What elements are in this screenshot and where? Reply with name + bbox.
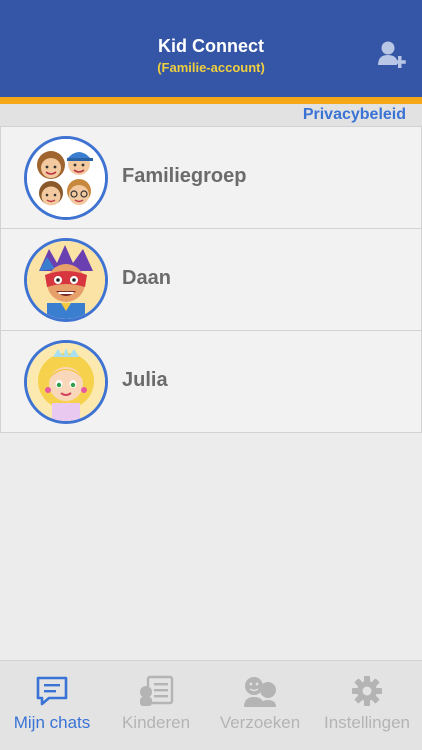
tab-instellingen[interactable]: Instellingen	[312, 661, 422, 750]
tab-label: Mijn chats	[13, 713, 91, 732]
chat-name: Familiegroep	[122, 165, 247, 187]
tab-label: Verzoeken	[219, 713, 301, 732]
tab-verzoeken[interactable]: Verzoeken	[208, 661, 312, 750]
chat-name: Daan	[122, 267, 171, 289]
requests-icon	[208, 675, 312, 707]
superhero-boy-avatar	[24, 238, 108, 322]
header-accent-stripe	[0, 97, 422, 104]
chat-item-daan[interactable]: Daan	[0, 228, 422, 331]
chat-item-familiegroep[interactable]: Familiegroep	[0, 126, 422, 229]
family-group-avatar	[24, 136, 108, 220]
tab-mijn-chats[interactable]: Mijn chats	[0, 661, 104, 750]
tab-label: Kinderen	[121, 713, 191, 732]
tab-kinderen[interactable]: Kinderen	[104, 661, 208, 750]
bottom-tab-bar: Mijn chats Kinderen Verzoeken Instelling…	[0, 660, 422, 750]
add-user-icon[interactable]	[376, 38, 408, 70]
account-subtitle: (Familie-account)	[157, 60, 265, 75]
app-header: Kid Connect (Familie-account)	[0, 0, 422, 97]
princess-girl-avatar	[24, 340, 108, 424]
chat-icon	[0, 675, 104, 707]
chat-name: Julia	[122, 369, 168, 391]
chat-item-julia[interactable]: Julia	[0, 330, 422, 433]
tab-label: Instellingen	[323, 713, 410, 732]
gear-icon	[312, 675, 422, 707]
chat-list: Familiegroep Daan Julia	[0, 126, 422, 433]
kids-list-icon	[104, 675, 208, 707]
privacy-policy-link[interactable]: Privacybeleid	[303, 106, 406, 124]
app-title: Kid Connect	[158, 36, 264, 56]
privacy-bar: Privacybeleid	[0, 104, 422, 126]
